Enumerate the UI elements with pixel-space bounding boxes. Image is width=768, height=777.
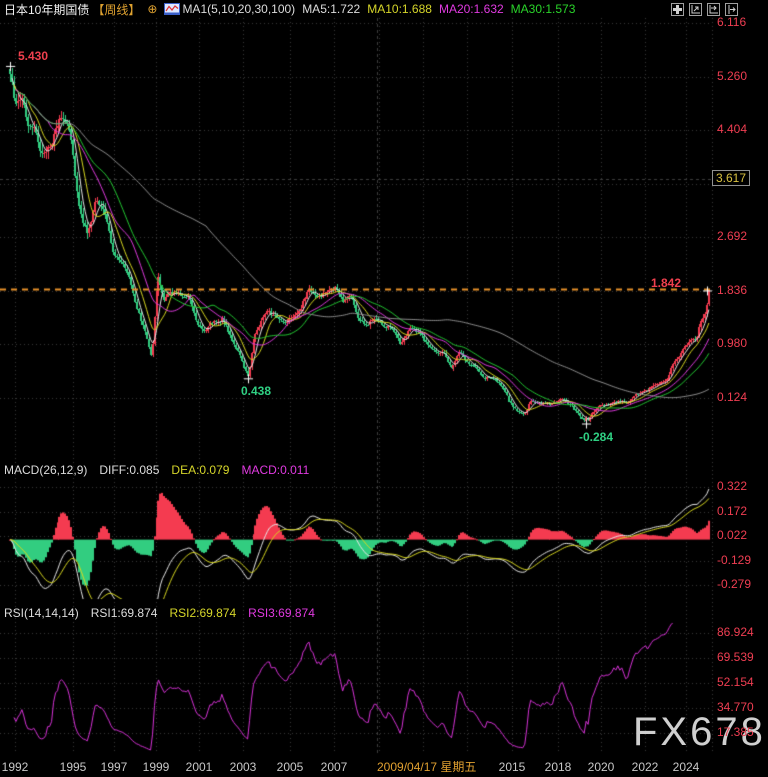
shift-forward-icon[interactable] bbox=[725, 3, 738, 16]
price-axis-label: 2.692 bbox=[717, 229, 747, 243]
rsi-header: RSI(14,14,14) RSI1:69.874 RSI2:69.874 RS… bbox=[4, 604, 315, 622]
time-axis-label: 1997 bbox=[101, 760, 128, 774]
trading-chart-window: 日本10年期国债 【周线】 ⊕ MA1(5,10,20,30,100) MA5:… bbox=[0, 0, 768, 777]
mini-chart-icon[interactable] bbox=[164, 3, 180, 15]
time-axis-label: 2003 bbox=[230, 760, 257, 774]
macd-diff-value: DIFF:0.085 bbox=[99, 463, 159, 477]
crosshair-price-label: 3.617 bbox=[712, 170, 750, 186]
chart-header: 日本10年期国债 【周线】 ⊕ MA1(5,10,20,30,100) MA5:… bbox=[0, 0, 768, 18]
price-axis-label: 1.836 bbox=[717, 283, 747, 297]
macd-axis-label: 0.172 bbox=[717, 504, 747, 518]
price-axis-label: 6.116 bbox=[717, 15, 746, 29]
time-axis-label: 1999 bbox=[143, 760, 170, 774]
price-extreme-label: -0.284 bbox=[579, 430, 613, 444]
split-window-icon[interactable] bbox=[671, 3, 684, 16]
ma5-value: MA5:1.722 bbox=[302, 2, 360, 16]
macd-macd-value: MACD:0.011 bbox=[241, 463, 309, 477]
price-axis-label: 0.980 bbox=[717, 336, 747, 350]
macd-dea-value: DEA:0.079 bbox=[171, 463, 229, 477]
rsi3-value: RSI3:69.874 bbox=[248, 606, 315, 620]
time-axis-label: 2022 bbox=[632, 760, 659, 774]
rsi-axis-label: 17.385 bbox=[717, 725, 754, 739]
rsi-axis-label: 52.154 bbox=[717, 675, 754, 689]
rsi-params-label[interactable]: RSI(14,14,14) bbox=[4, 606, 79, 620]
macd-axis-label: -0.129 bbox=[717, 553, 751, 567]
macd-axis-label: 0.322 bbox=[717, 479, 747, 493]
price-extreme-label: 5.430 bbox=[18, 49, 48, 63]
time-axis-label: 1995 bbox=[60, 760, 87, 774]
price-axis-label: 5.260 bbox=[717, 69, 747, 83]
time-axis-label: 1992 bbox=[2, 760, 29, 774]
time-axis-label: 2018 bbox=[545, 760, 572, 774]
rsi-axis-label: 34.770 bbox=[717, 700, 754, 714]
ma20-value: MA20:1.632 bbox=[439, 2, 504, 16]
indicator-pane-up-icon[interactable] bbox=[689, 3, 702, 16]
time-axis-label: 2005 bbox=[277, 760, 304, 774]
time-axis-label: 2024 bbox=[673, 760, 700, 774]
instrument-title: 日本10年期国债 bbox=[4, 1, 89, 18]
toolbar bbox=[671, 3, 768, 16]
compare-icon[interactable]: ⊕ bbox=[147, 2, 157, 16]
price-axis-label: 4.404 bbox=[717, 122, 747, 136]
ma-settings-label[interactable]: MA1(5,10,20,30,100) bbox=[182, 2, 295, 16]
rsi-axis-label: 69.539 bbox=[717, 650, 754, 664]
ma10-value: MA10:1.688 bbox=[367, 2, 432, 16]
macd-header: MACD(26,12,9) DIFF:0.085 DEA:0.079 MACD:… bbox=[4, 461, 309, 479]
ma30-value: MA30:1.573 bbox=[511, 2, 576, 16]
rsi2-value: RSI2:69.874 bbox=[169, 606, 236, 620]
crosshair-date-label: 2009/04/17 星期五 bbox=[377, 760, 476, 774]
rsi-axis-label: 86.924 bbox=[717, 625, 754, 639]
macd-axis-label: 0.022 bbox=[717, 528, 747, 542]
time-axis-label: 2001 bbox=[186, 760, 213, 774]
price-extreme-label: 0.438 bbox=[241, 384, 271, 398]
macd-axis-label: -0.279 bbox=[717, 577, 751, 591]
chart-canvas[interactable] bbox=[0, 0, 768, 777]
price-axis-label: 0.124 bbox=[717, 390, 747, 404]
indicator-pane-right-icon[interactable] bbox=[707, 3, 720, 16]
time-axis-label: 2015 bbox=[499, 760, 526, 774]
time-axis-label: 2007 bbox=[321, 760, 348, 774]
rsi1-value: RSI1:69.874 bbox=[91, 606, 158, 620]
price-extreme-label: 1.842 bbox=[651, 276, 681, 290]
period-tag[interactable]: 【周线】 bbox=[92, 1, 140, 18]
macd-params-label[interactable]: MACD(26,12,9) bbox=[4, 463, 87, 477]
time-axis-label: 2020 bbox=[588, 760, 615, 774]
